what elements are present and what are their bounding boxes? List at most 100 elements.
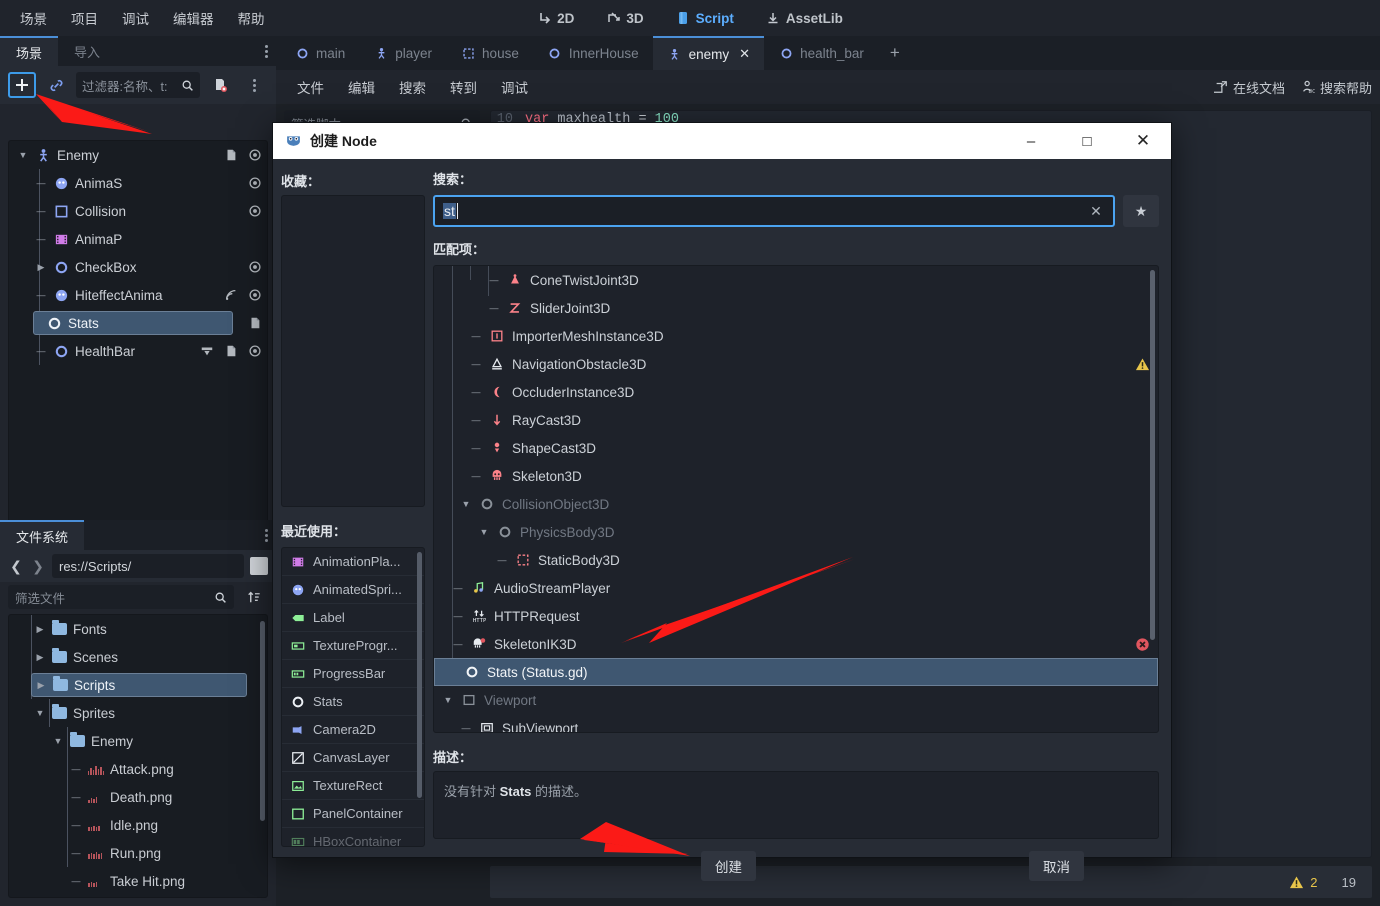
tab-import[interactable]: 导入 <box>58 36 117 66</box>
result-row-raycast3d[interactable]: — RayCast3D <box>434 406 1158 434</box>
recent-item[interactable]: Camera2D <box>282 716 424 744</box>
chevron-down-icon[interactable]: ▼ <box>52 736 64 746</box>
chevron-down-icon[interactable]: ▼ <box>17 150 29 160</box>
search-input[interactable]: st ✕ <box>433 195 1115 227</box>
scene-more-button[interactable] <box>240 72 268 98</box>
result-row-audiostreamplayer[interactable]: — AudioStreamPlayer <box>434 574 1158 602</box>
script-menu-debug[interactable]: 调试 <box>490 73 539 101</box>
menu-scene[interactable]: 场景 <box>10 4 57 32</box>
script-tab-player[interactable]: player <box>359 36 446 70</box>
script-menu-goto[interactable]: 转到 <box>439 73 488 101</box>
chevron-right-icon[interactable]: ▶ <box>34 652 46 663</box>
visibility-eye-icon[interactable] <box>247 287 263 303</box>
script-menu-file[interactable]: 文件 <box>286 73 335 101</box>
script-tab-innerhouse[interactable]: InnerHouse <box>533 36 653 70</box>
results-tree[interactable]: — ConeTwistJoint3D — SliderJoint3D — Imp… <box>433 265 1159 733</box>
filesystem-row-death-png[interactable]: — Death.png <box>9 783 267 811</box>
script-icon[interactable] <box>223 147 239 163</box>
script-tab-enemy[interactable]: enemy ✕ <box>652 36 765 70</box>
scene-node-hiteffectanima[interactable]: — HiteffectAnima <box>9 281 267 309</box>
recent-item[interactable]: ProgressBar <box>282 660 424 688</box>
visibility-eye-icon[interactable] <box>247 203 263 219</box>
script-menu-search[interactable]: 搜索 <box>388 73 437 101</box>
nav-forward-button[interactable]: ❯ <box>30 558 46 575</box>
script-icon[interactable] <box>223 343 239 359</box>
recent-list-scrollbar[interactable] <box>417 552 422 798</box>
cancel-button[interactable]: 取消 <box>1029 851 1084 881</box>
animation-keyframe-icon[interactable] <box>199 343 215 359</box>
menu-project[interactable]: 项目 <box>61 4 108 32</box>
menu-editor[interactable]: 编辑器 <box>163 4 224 32</box>
chevron-right-icon[interactable]: ▶ <box>34 624 46 635</box>
script-menu-edit[interactable]: 编辑 <box>337 73 386 101</box>
scene-node-animas[interactable]: — AnimaS <box>9 169 267 197</box>
filesystem-tree[interactable]: ▶ Fonts ▶ Scenes ▶ Scripts ▼ Sprites ▼ E… <box>8 614 268 898</box>
visibility-eye-icon[interactable] <box>247 343 263 359</box>
chevron-down-icon[interactable]: ▼ <box>460 499 472 509</box>
results-scrollbar[interactable] <box>1150 270 1155 640</box>
signal-icon[interactable] <box>223 287 239 303</box>
result-row-navigationobstacle3d[interactable]: — NavigationObstacle3D <box>434 350 1158 378</box>
chevron-down-icon[interactable]: ▼ <box>34 708 46 718</box>
mode-assetlib-button[interactable]: AssetLib <box>758 8 851 29</box>
recent-item[interactable]: TextureProgr... <box>282 632 424 660</box>
result-row-shapecast3d[interactable]: — ShapeCast3D <box>434 434 1158 462</box>
result-row-httprequest[interactable]: — HTTP HTTPRequest <box>434 602 1158 630</box>
menu-help[interactable]: 帮助 <box>228 4 275 32</box>
chevron-down-icon[interactable]: ▼ <box>478 527 490 537</box>
chevron-right-icon[interactable]: ▶ <box>35 680 47 691</box>
filesystem-path-field[interactable]: res://Scripts/ <box>52 554 244 578</box>
close-button[interactable]: ✕ <box>1115 123 1171 159</box>
tab-scene[interactable]: 场景 <box>0 36 59 66</box>
scene-node-collision[interactable]: — Collision <box>9 197 267 225</box>
maximize-button[interactable]: □ <box>1059 123 1115 159</box>
favorites-list[interactable] <box>281 195 425 507</box>
filesystem-row-scripts[interactable]: ▶ Scripts <box>9 671 267 699</box>
create-button[interactable]: 创建 <box>701 851 756 881</box>
visibility-eye-icon[interactable] <box>247 175 263 191</box>
recent-item[interactable]: TextureRect <box>282 772 424 800</box>
filesystem-row-fonts[interactable]: ▶ Fonts <box>9 615 267 643</box>
visibility-eye-icon[interactable] <box>247 147 263 163</box>
recent-list[interactable]: AnimationPla... AnimatedSpri... Label Te… <box>281 547 425 847</box>
add-script-tab-button[interactable]: + <box>878 36 912 70</box>
script-tab-house[interactable]: house <box>446 36 533 70</box>
close-icon[interactable]: ✕ <box>739 46 750 62</box>
scene-node-stats[interactable]: Stats <box>9 309 267 337</box>
scene-node-healthbar[interactable]: — HealthBar <box>9 337 267 365</box>
recent-item[interactable]: Label <box>282 604 424 632</box>
filesystem-row-idle-png[interactable]: — Idle.png <box>9 811 267 839</box>
star-icon[interactable]: ★ <box>1123 195 1159 227</box>
result-row-occluderinstance3d[interactable]: — OccluderInstance3D <box>434 378 1158 406</box>
mode-3d-button[interactable]: 3D <box>598 8 651 29</box>
scene-node-enemy[interactable]: ▼ Enemy <box>9 141 267 169</box>
scene-node-animap[interactable]: — AnimaP <box>9 225 267 253</box>
recent-item[interactable]: Stats <box>282 688 424 716</box>
filesystem-row-take-hit-png[interactable]: — Take Hit.png <box>9 867 267 895</box>
scene-dock-menu-button[interactable] <box>265 36 268 66</box>
recent-item[interactable]: AnimationPla... <box>282 548 424 576</box>
script-tab-health-bar[interactable]: health_bar <box>764 36 878 70</box>
mode-2d-button[interactable]: 2D <box>529 8 582 29</box>
filesystem-dock-menu-button[interactable] <box>265 520 268 550</box>
add-node-button[interactable] <box>8 72 36 98</box>
filesystem-row-enemy[interactable]: ▼ Enemy <box>9 727 267 755</box>
result-row-physicsbody3d[interactable]: ▼ PhysicsBody3D <box>434 518 1158 546</box>
mode-script-button[interactable]: Script <box>668 8 742 29</box>
recent-item[interactable]: AnimatedSpri... <box>282 576 424 604</box>
scene-tree[interactable]: ▼ Enemy — AnimaS — Collision — AnimaP ▶ … <box>8 140 268 538</box>
result-row-staticbody3d[interactable]: — StaticBody3D <box>434 546 1158 574</box>
filesystem-row-scenes[interactable]: ▶ Scenes <box>9 643 267 671</box>
filesystem-row-run-png[interactable]: — Run.png <box>9 839 267 867</box>
filesystem-sort-button[interactable] <box>240 584 268 610</box>
scene-attach-script-button[interactable] <box>206 72 234 98</box>
filesystem-filter-input[interactable]: 筛选文件 <box>8 585 234 609</box>
recent-item[interactable]: CanvasLayer <box>282 744 424 772</box>
scene-filter-input[interactable]: 过滤器:名称、t: <box>76 72 200 98</box>
script-icon[interactable] <box>247 315 263 331</box>
script-tab-main[interactable]: main <box>280 36 359 70</box>
clear-x-icon[interactable]: ✕ <box>1085 203 1107 220</box>
result-row-viewport[interactable]: ▼ Viewport <box>434 686 1158 714</box>
result-row-importermeshinstance3d[interactable]: — ImporterMeshInstance3D <box>434 322 1158 350</box>
minimize-button[interactable]: – <box>1003 123 1059 159</box>
